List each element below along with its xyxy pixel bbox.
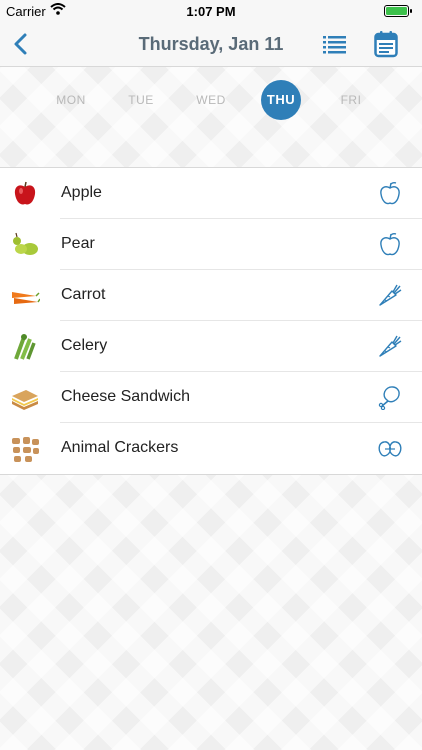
pear-photo-icon	[13, 232, 38, 255]
list-item[interactable]: Pear	[0, 219, 422, 270]
list-item[interactable]: Apple	[0, 168, 422, 219]
carrot-icon	[379, 284, 402, 306]
day-mon[interactable]: MON	[51, 80, 91, 120]
crackers-photo-icon	[12, 437, 39, 462]
list-item[interactable]: Cheese Sandwich	[0, 372, 422, 423]
wifi-icon	[50, 3, 66, 18]
day-selector: MON TUE WED THU FRI	[0, 67, 422, 167]
nav-bar: Thursday, Jan 11	[0, 22, 422, 67]
chevron-left-icon	[14, 33, 27, 55]
page-title: Thursday, Jan 11	[138, 34, 284, 54]
apple-icon	[380, 182, 400, 205]
food-list: Apple Pear Carrot Celery Cheese Sandwich…	[0, 167, 422, 475]
day-thu[interactable]: THU	[261, 80, 301, 120]
status-bar: Carrier 1:07 PM	[0, 0, 422, 22]
list-item[interactable]: Animal Crackers	[0, 423, 422, 474]
food-name: Pear	[61, 235, 95, 252]
apple-icon	[380, 233, 400, 256]
back-button[interactable]	[8, 30, 36, 58]
celery-photo-icon	[14, 334, 36, 360]
day-fri[interactable]: FRI	[331, 80, 371, 120]
food-name: Carrot	[61, 286, 106, 303]
food-name: Celery	[61, 337, 108, 354]
day-tue[interactable]: TUE	[121, 80, 161, 120]
apple-photo-icon	[14, 181, 36, 205]
sandwich-photo-icon	[12, 390, 38, 410]
food-name: Animal Crackers	[61, 439, 179, 456]
carrot-photo-icon	[12, 292, 40, 304]
food-name: Cheese Sandwich	[61, 388, 190, 405]
pretzel-icon	[378, 441, 402, 457]
day-wed[interactable]: WED	[191, 80, 231, 120]
list-item[interactable]: Celery	[0, 321, 422, 372]
list-item[interactable]: Carrot	[0, 270, 422, 321]
list-icon	[323, 36, 346, 54]
carrier-label: Carrier	[6, 4, 46, 19]
drumstick-icon	[378, 386, 400, 410]
carrot-icon	[379, 335, 402, 357]
list-view-button[interactable]	[322, 32, 348, 56]
calendar-button[interactable]	[374, 30, 398, 58]
battery-icon	[384, 5, 414, 20]
calendar-icon	[374, 31, 398, 58]
food-name: Apple	[61, 184, 102, 201]
